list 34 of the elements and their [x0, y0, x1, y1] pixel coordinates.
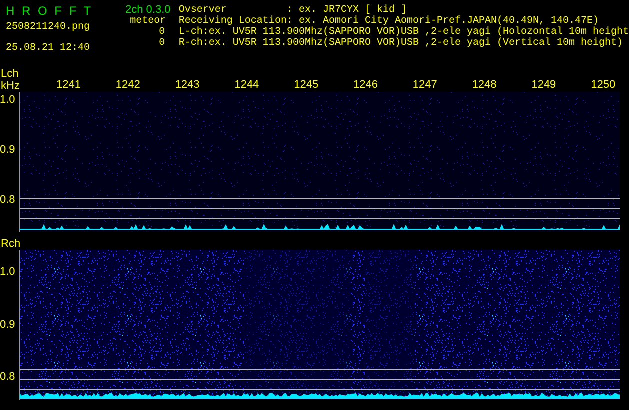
file-name: 2508211240.png: [6, 22, 92, 33]
axis-label: 0.8: [0, 370, 16, 384]
frequency-label: 1241: [56, 80, 81, 91]
meteor-label: meteor: [130, 16, 166, 27]
meteor-count: 0: [159, 38, 166, 49]
channel-label: Rch: [1, 238, 21, 250]
frequency-label: 1247: [412, 80, 438, 91]
frequency-label: 1250: [591, 80, 616, 91]
separator-colon: :: [286, 5, 293, 16]
app-logo: H R O F F T: [6, 4, 92, 18]
info-value: ex. JR7CYX [ kid ]: [298, 5, 407, 16]
info-value: ex. Aomori City Aomori-Pref.JAPAN(40.49N, 140.47E): [298, 16, 599, 27]
frequency-label: 1245: [294, 80, 319, 91]
info-label: Receiving Location: [178, 16, 287, 27]
frequency-label: 1249: [532, 80, 556, 91]
channel-info: R-ch:ex. UV5R 113.900Mhz(SAPPORO VOR)USB ,2-ele yagi (Vertical 10m height): [178, 38, 624, 49]
axis-label: 1.0: [0, 93, 16, 107]
axis-label: 0.8: [0, 193, 16, 207]
frequency-label: 1242: [116, 80, 140, 91]
frequency-label: 1243: [175, 80, 200, 91]
channel-info: L-ch:ex. UV5R 113.900Mhz(SAPPORO VOR)USB ,2-ele yagi (Holozontal 10m height: [178, 27, 629, 38]
frequency-label: 1246: [354, 80, 378, 91]
frequency-label: 1244: [234, 80, 260, 91]
version-label: 2ch 0.3.0: [125, 4, 171, 16]
axis-label: 0.9: [0, 143, 16, 157]
axis-label: 0.9: [0, 318, 16, 332]
axis-label: 1.0: [0, 265, 16, 279]
meteor-count: 0: [159, 27, 166, 38]
channel-label: Lch: [1, 68, 20, 80]
separator-colon: :: [286, 16, 293, 27]
frequency-label: 1248: [472, 80, 497, 91]
unit-label: kHz: [1, 80, 21, 92]
info-label: Ovserver: [178, 5, 227, 16]
date-time: 25.08.21 12:40: [6, 43, 92, 54]
